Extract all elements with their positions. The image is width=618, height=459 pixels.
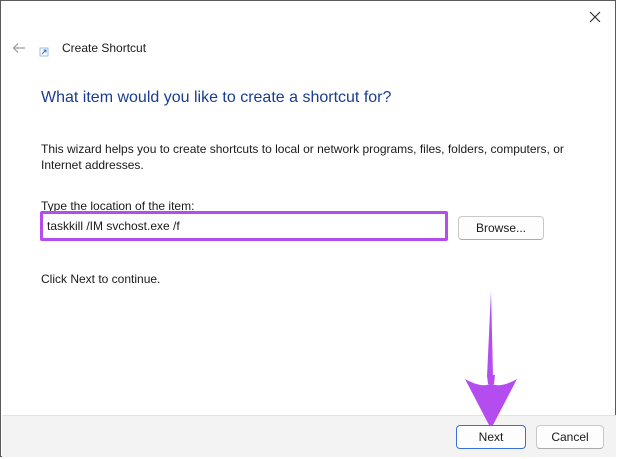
close-icon (589, 11, 601, 23)
next-button[interactable]: Next (456, 425, 526, 449)
window-title: Create Shortcut (62, 41, 147, 55)
close-button[interactable] (581, 5, 609, 29)
annotation-arrow-icon (465, 291, 517, 425)
create-shortcut-window: Create Shortcut What item would you like… (0, 0, 616, 457)
cancel-button[interactable]: Cancel (536, 425, 604, 449)
back-button[interactable] (9, 39, 29, 57)
continue-hint: Click Next to continue. (41, 272, 161, 286)
page-heading: What item would you like to create a sho… (41, 89, 392, 106)
wizard-description: This wizard helps you to create shortcut… (41, 142, 564, 172)
shortcut-icon (39, 47, 49, 57)
location-input-highlight (40, 211, 448, 241)
back-arrow-icon (12, 43, 25, 53)
location-input[interactable] (47, 215, 443, 237)
browse-button[interactable]: Browse... (458, 216, 544, 240)
